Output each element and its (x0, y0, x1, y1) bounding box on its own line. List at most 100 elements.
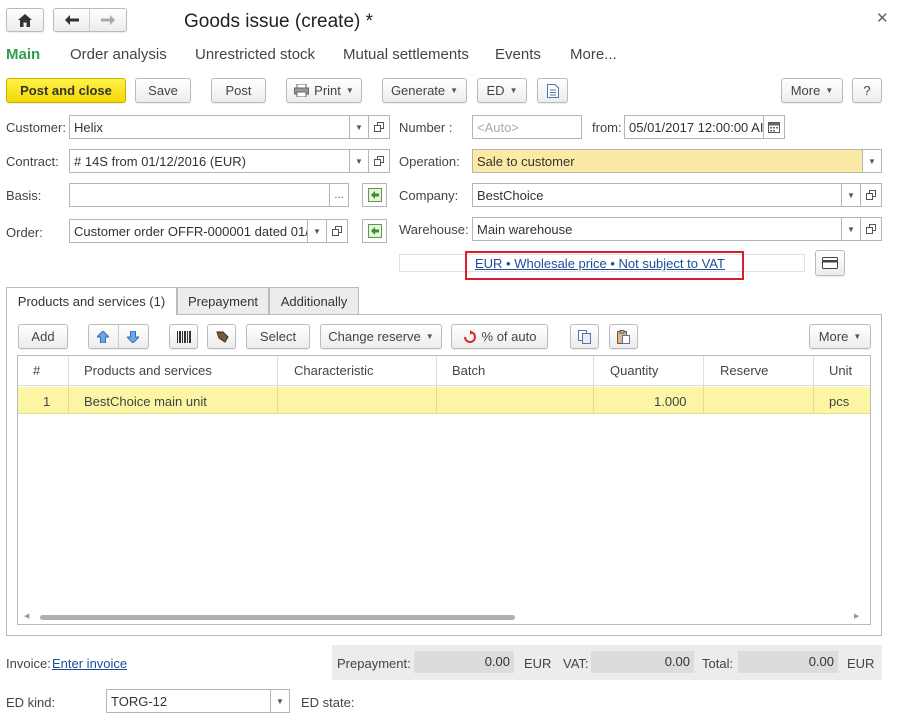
ed-state-label: ED state: (301, 695, 355, 710)
contract-dropdown[interactable]: ▼ (349, 150, 368, 172)
close-icon[interactable]: ✕ (876, 9, 889, 27)
ed-button[interactable]: ED ▼ (477, 78, 527, 103)
forward-button[interactable] (90, 9, 126, 31)
print-button[interactable]: Print ▼ (286, 78, 362, 103)
fill-from-icon (367, 188, 382, 202)
tab-prepayment[interactable]: Prepayment (177, 287, 269, 314)
column-header-unit[interactable]: Unit (829, 363, 852, 378)
warehouse-field[interactable]: Main warehouse ▼ (472, 217, 861, 241)
order-fill-button[interactable] (362, 219, 387, 243)
basis-fill-button[interactable] (362, 183, 387, 207)
fill-from-icon (367, 224, 382, 238)
prepayment-label: Prepayment: (337, 656, 411, 671)
back-button[interactable] (54, 9, 91, 31)
column-header-quantity[interactable]: Quantity (610, 363, 658, 378)
contract-field[interactable]: # 14S from 01/12/2016 (EUR) ▼ (69, 149, 369, 173)
paste-button[interactable] (609, 324, 638, 349)
pct-auto-button[interactable]: % of auto (451, 324, 548, 349)
save-button[interactable]: Save (135, 78, 191, 103)
barcode-button[interactable] (169, 324, 198, 349)
chevron-down-icon: ▼ (825, 86, 834, 95)
tab-mutual-settlements[interactable]: Mutual settlements (343, 46, 469, 63)
order-dropdown[interactable]: ▼ (307, 220, 326, 242)
prepayment-value: 0.00 (414, 651, 514, 673)
move-down-button[interactable] (119, 325, 148, 348)
payment-card-button[interactable] (815, 250, 845, 276)
post-label: Post (225, 83, 252, 98)
scroll-left-icon[interactable]: ◀ (24, 612, 29, 620)
column-header-batch[interactable]: Batch (452, 363, 485, 378)
warehouse-dropdown[interactable]: ▼ (841, 218, 860, 240)
date-field[interactable]: 05/01/2017 12:00:00 AI (624, 115, 764, 139)
document-button[interactable] (537, 78, 568, 103)
select-button[interactable]: Select (246, 324, 310, 349)
tab-events[interactable]: Events (495, 46, 541, 63)
copy-icon (578, 329, 591, 344)
basis-select-button[interactable]: ... (329, 184, 348, 206)
column-header-reserve[interactable]: Reserve (720, 363, 768, 378)
tab-order-analysis[interactable]: Order analysis (70, 46, 167, 63)
enter-invoice-link[interactable]: Enter invoice (52, 656, 127, 671)
post-button[interactable]: Post (211, 78, 266, 103)
company-open-button[interactable] (860, 183, 882, 207)
scanner-button[interactable] (207, 324, 236, 349)
customer-field[interactable]: Helix ▼ (69, 115, 369, 139)
prepayment-currency: EUR (524, 656, 552, 671)
customer-dropdown[interactable]: ▼ (349, 116, 368, 138)
copy-button[interactable] (570, 324, 599, 349)
open-window-icon (374, 156, 384, 166)
ed-kind-value: TORG-12 (111, 694, 168, 709)
order-label: Order: (6, 225, 43, 240)
post-and-close-button[interactable]: Post and close (6, 78, 126, 103)
table-more-button[interactable]: More ▼ (809, 324, 871, 349)
barcode-icon (176, 330, 191, 343)
column-header-products[interactable]: Products and services (84, 363, 212, 378)
tab-unrestricted-stock[interactable]: Unrestricted stock (195, 46, 315, 63)
warehouse-open-button[interactable] (860, 217, 882, 241)
contract-open-button[interactable] (368, 149, 390, 173)
date-value: 05/01/2017 12:00:00 AI (629, 120, 764, 135)
help-button[interactable]: ? (852, 78, 882, 103)
operation-dropdown[interactable]: ▼ (862, 150, 881, 172)
total-label: Total: (702, 656, 734, 671)
more-button[interactable]: More ▼ (781, 78, 843, 103)
column-header-num[interactable]: # (33, 363, 40, 378)
move-up-button[interactable] (89, 325, 119, 348)
generate-button[interactable]: Generate ▼ (382, 78, 467, 103)
customer-label: Customer: (6, 120, 66, 135)
horizontal-scrollbar[interactable]: ◀ ▶ (18, 612, 870, 624)
number-label: Number : (399, 120, 453, 135)
order-field[interactable]: Customer order OFFR-000001 dated 01/ ▼ (69, 219, 327, 243)
add-button[interactable]: Add (18, 324, 68, 349)
highlight-box (465, 251, 744, 280)
save-label: Save (148, 83, 178, 98)
tab-more[interactable]: More... (570, 46, 617, 63)
ed-kind-field[interactable]: TORG-12 ▼ (106, 689, 290, 713)
company-field[interactable]: BestChoice ▼ (472, 183, 861, 207)
operation-field[interactable]: Sale to customer ▼ (472, 149, 882, 173)
calendar-button[interactable] (763, 115, 785, 139)
tab-products-and-services[interactable]: Products and services (1) (6, 287, 177, 315)
order-open-button[interactable] (326, 219, 348, 243)
ed-kind-dropdown[interactable]: ▼ (270, 690, 289, 712)
cell-quantity: 1.000 (654, 394, 687, 409)
company-dropdown[interactable]: ▼ (841, 184, 860, 206)
arrow-down-icon (127, 330, 140, 343)
tab-additionally[interactable]: Additionally (269, 287, 359, 314)
basis-field[interactable]: ... (69, 183, 349, 207)
warehouse-label: Warehouse: (399, 222, 469, 237)
scroll-right-icon[interactable]: ▶ (854, 612, 859, 620)
vat-value: 0.00 (591, 651, 694, 673)
invoice-label: Invoice: (6, 656, 51, 671)
tab-main[interactable]: Main (6, 46, 40, 63)
generate-label: Generate (390, 83, 446, 98)
column-header-characteristic[interactable]: Characteristic (294, 363, 373, 378)
home-button[interactable] (6, 8, 44, 32)
arrow-right-icon (101, 15, 115, 25)
scrollbar-thumb[interactable] (40, 615, 515, 620)
open-window-icon (374, 122, 384, 132)
operation-label: Operation: (399, 154, 460, 169)
number-field[interactable]: <Auto> (472, 115, 582, 139)
change-reserve-button[interactable]: Change reserve ▼ (320, 324, 442, 349)
customer-open-button[interactable] (368, 115, 390, 139)
